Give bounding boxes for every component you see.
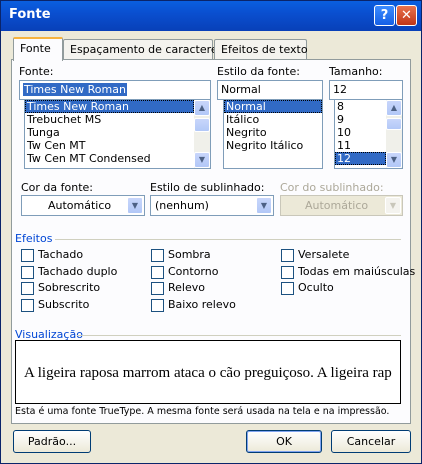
size-list-scrollbar[interactable]: ▲ ▼ (386, 100, 402, 168)
help-button[interactable]: ? (374, 5, 395, 26)
truetype-note: Esta é uma fonte TrueType. A mesma fonte… (15, 406, 390, 417)
size-list-item[interactable]: 11 (335, 139, 386, 152)
size-list-item[interactable]: 10 (335, 126, 386, 139)
scroll-up-icon[interactable]: ▲ (386, 100, 402, 116)
effect-label[interactable]: Relevo (168, 281, 205, 294)
font-dialog: Fonte ? ✕ Fonte Espaçamento de caractere… (0, 0, 422, 464)
underline-style-value: (nenhum) (155, 199, 209, 212)
effect-label[interactable]: Subscrito (38, 298, 89, 311)
effect-checkbox[interactable] (151, 249, 164, 262)
size-field[interactable]: 12 (329, 80, 403, 100)
font-list-item[interactable]: Times New Roman (25, 100, 194, 113)
effect-label[interactable]: Contorno (168, 265, 218, 278)
effect-checkbox[interactable] (21, 298, 34, 312)
scroll-up-icon[interactable]: ▲ (194, 100, 210, 116)
font-color-combo[interactable]: Automático ▼ (21, 195, 145, 216)
underline-color-combo: Automático ▼ (280, 195, 403, 216)
font-list-item[interactable]: Tunga (25, 126, 194, 139)
effect-label[interactable]: Oculto (298, 281, 334, 294)
chevron-down-icon: ▼ (385, 197, 401, 214)
style-value: Normal (221, 83, 261, 96)
font-list-item[interactable]: Tw Cen MT (25, 139, 194, 152)
ok-button[interactable]: OK (246, 430, 322, 453)
effect-label[interactable]: Versalete (298, 248, 349, 261)
tab-label: Efeitos de texto (221, 43, 308, 56)
style-list[interactable]: Normal Itálico Negrito Negrito Itálico (223, 99, 323, 169)
default-button[interactable]: Padrão... (13, 430, 91, 453)
tab-label: Espaçamento de caracteres (70, 43, 224, 56)
effect-checkbox[interactable] (151, 265, 164, 279)
style-list-item[interactable]: Normal (224, 100, 322, 113)
button-label: Cancelar (346, 435, 396, 448)
tab-espacamento[interactable]: Espaçamento de caracteres (63, 39, 223, 59)
font-color-value: Automático (48, 199, 112, 212)
underline-style-combo[interactable]: (nenhum) ▼ (150, 195, 274, 216)
cancel-button[interactable]: Cancelar (331, 430, 411, 453)
underline-color-label: Cor do sublinhado: (280, 181, 384, 194)
underline-color-value: Automático (305, 199, 369, 212)
button-label: OK (276, 435, 292, 448)
button-label: Padrão... (27, 435, 77, 448)
effect-checkbox[interactable] (151, 282, 164, 295)
font-list-item[interactable]: Tw Cen MT Condensed (25, 152, 194, 165)
scroll-down-icon[interactable]: ▼ (386, 152, 402, 168)
scroll-thumb[interactable] (386, 118, 402, 130)
font-list-scrollbar[interactable]: ▲ ▼ (194, 100, 210, 168)
effect-label[interactable]: Todas em maiúsculas (298, 265, 415, 278)
effect-checkbox[interactable] (281, 282, 294, 295)
effect-checkbox[interactable] (281, 265, 294, 279)
size-list[interactable]: 8 9 10 11 12 ▲ ▼ (334, 99, 403, 169)
effect-label[interactable]: Tachado duplo (38, 265, 117, 278)
size-value: 12 (333, 83, 347, 96)
effect-checkbox[interactable] (21, 249, 34, 262)
font-name-field[interactable]: Times New Roman (19, 80, 211, 100)
style-list-item[interactable]: Itálico (224, 113, 322, 126)
effect-checkbox[interactable] (21, 265, 34, 279)
tab-label: Fonte (20, 42, 51, 55)
tab-fonte[interactable]: Fonte (13, 37, 63, 61)
style-list-item[interactable]: Negrito (224, 126, 322, 139)
underline-style-label: Estilo de sublinhado: (150, 181, 265, 194)
window-title: Fonte (9, 7, 51, 22)
close-button[interactable]: ✕ (396, 5, 417, 26)
effect-checkbox[interactable] (281, 249, 294, 262)
effects-divider (55, 239, 401, 240)
size-list-item[interactable]: 9 (335, 113, 386, 126)
size-list-item[interactable]: 8 (335, 100, 386, 113)
font-list-item[interactable]: Trebuchet MS (25, 113, 194, 126)
effect-label[interactable]: Baixo relevo (168, 298, 236, 311)
size-label: Tamanho: (329, 65, 383, 78)
effect-checkbox[interactable] (151, 298, 164, 312)
font-label: Fonte: (19, 65, 54, 78)
preview-divider (77, 335, 401, 336)
effect-label[interactable]: Sobrescrito (38, 281, 100, 294)
font-list[interactable]: Times New Roman Trebuchet MS Tunga Tw Cen M… (24, 99, 211, 169)
style-list-item[interactable]: Negrito Itálico (224, 139, 322, 152)
style-field[interactable]: Normal (217, 80, 323, 100)
close-icon: ✕ (401, 8, 412, 23)
effects-title: Efeitos (15, 232, 53, 245)
style-label: Estilo da fonte: (217, 65, 300, 78)
font-name-value: Times New Roman (23, 83, 127, 96)
effect-checkbox[interactable] (21, 282, 34, 295)
tab-efeitos-texto[interactable]: Efeitos de texto (214, 39, 308, 59)
effect-label[interactable]: Sombra (168, 248, 211, 261)
font-color-label: Cor da fonte: (21, 181, 94, 194)
preview-box: A ligeira raposa marrom ataca o cão preg… (15, 340, 401, 404)
size-list-item[interactable]: 12 (335, 152, 386, 165)
effect-label[interactable]: Tachado (38, 248, 83, 261)
question-icon: ? (380, 8, 389, 23)
scroll-down-icon[interactable]: ▼ (194, 152, 210, 168)
scroll-thumb[interactable] (194, 118, 210, 132)
chevron-down-icon[interactable]: ▼ (256, 197, 272, 214)
chevron-down-icon[interactable]: ▼ (127, 197, 143, 214)
title-bar[interactable]: Fonte ? ✕ (1, 1, 421, 31)
preview-text: A ligeira raposa marrom ataca o cão preg… (24, 365, 392, 381)
